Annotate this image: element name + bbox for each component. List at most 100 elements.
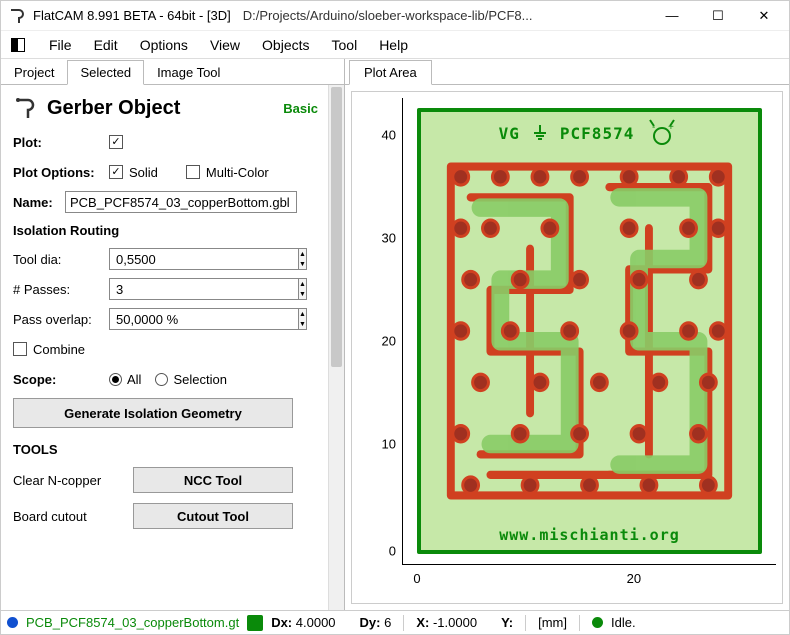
silk-vg: VG [499,124,520,143]
scope-all-radio[interactable] [109,373,122,386]
overlap-label: Pass overlap: [13,312,109,327]
plot-canvas[interactable]: 40 30 20 10 0 0 20 VG PCF8574 -+ w [351,91,783,604]
mode-label[interactable]: Basic [283,101,318,116]
x-label: X: [416,615,429,630]
scope-selection-radio[interactable] [155,373,168,386]
menu-options[interactable]: Options [130,34,198,56]
app-title: FlatCAM 8.991 BETA - 64bit - [3D] [33,8,243,23]
solid-label: Solid [129,165,158,180]
solid-checkbox[interactable] [109,165,123,179]
menu-help[interactable]: Help [369,34,418,56]
close-button[interactable]: ✕ [741,1,787,30]
scope-all-label: All [127,372,141,387]
y-tick: 40 [382,128,396,143]
name-input[interactable] [65,191,297,213]
up-arrow-icon[interactable]: ▲ [299,279,306,289]
passes-spinner[interactable]: ▲▼ [109,278,285,300]
plot-area[interactable]: VG PCF8574 -+ www.mischianti.org [402,98,776,565]
left-tabs: Project Selected Image Tool [1,59,344,85]
gerber-icon [13,95,39,121]
combine-label: Combine [33,342,85,357]
tab-plot-area[interactable]: Plot Area [349,60,432,85]
x-value: -1.0000 [433,615,477,630]
state-label: Idle. [611,615,636,630]
x-tick: 20 [627,571,641,586]
svg-text:-: - [652,122,655,133]
right-tabs: Plot Area [345,59,789,85]
scope-selection-label: Selection [173,372,226,387]
left-panel: Project Selected Image Tool Gerber Objec… [1,59,345,610]
status-grid-icon[interactable] [247,615,263,631]
combine-checkbox[interactable] [13,342,27,356]
menubar: File Edit Options View Objects Tool Help [1,31,789,59]
maximize-button[interactable]: ☐ [695,1,741,30]
menu-file[interactable]: File [39,34,82,56]
gerber-title: Gerber Object [47,97,283,120]
plot-checkbox[interactable] [109,135,123,149]
tooldia-input[interactable] [109,248,298,270]
status-dot-icon [7,617,18,628]
status-bar: PCB_PCF8574_03_copperBottom.gt Dx: 4.000… [1,610,789,634]
units-label: [mm] [538,615,567,630]
toggle-icon[interactable] [11,38,25,52]
cutout-label: Board cutout [13,509,133,524]
bee-icon: -+ [644,118,680,148]
up-arrow-icon[interactable]: ▲ [299,309,306,319]
scrollbar[interactable] [328,85,344,610]
x-tick: 0 [413,571,420,586]
overlap-input[interactable] [109,308,298,330]
scope-label: Scope: [13,372,109,387]
y-tick: 10 [382,436,396,451]
plot-label: Plot: [13,135,109,150]
silk-url: www.mischianti.org [421,526,758,544]
cutout-tool-button[interactable]: Cutout Tool [133,503,293,529]
dy-label: Dy: [360,615,381,630]
right-panel: Plot Area 40 30 20 10 0 0 20 VG PCF8574 [345,59,789,610]
pcb-board: VG PCF8574 -+ www.mischianti.org [417,108,762,554]
ground-icon [530,123,550,143]
panel-body: Gerber Object Basic Plot: Plot Options: … [1,85,344,610]
generate-isolation-button[interactable]: Generate Isolation Geometry [13,398,293,428]
menu-edit[interactable]: Edit [84,34,128,56]
titlebar: FlatCAM 8.991 BETA - 64bit - [3D] D:/Pro… [1,1,789,31]
tab-image-tool[interactable]: Image Tool [144,60,233,85]
silk-chip: PCF8574 [560,124,634,143]
dx-label: Dx: [271,615,292,630]
passes-input[interactable] [109,278,298,300]
overlap-spinner[interactable]: ▲▼ [109,308,285,330]
menu-objects[interactable]: Objects [252,34,319,56]
down-arrow-icon[interactable]: ▼ [299,289,306,299]
y-axis: 40 30 20 10 0 [352,98,402,565]
passes-label: # Passes: [13,282,109,297]
up-arrow-icon[interactable]: ▲ [299,249,306,259]
ncc-tool-button[interactable]: NCC Tool [133,467,293,493]
scrollbar-thumb[interactable] [331,87,342,367]
dy-value: 6 [384,615,391,630]
down-arrow-icon[interactable]: ▼ [299,259,306,269]
y-label: Y: [501,615,513,630]
minimize-button[interactable]: — [649,1,695,30]
y-tick: 0 [389,543,396,558]
tab-project[interactable]: Project [1,60,67,85]
name-label: Name: [13,195,65,210]
y-tick: 30 [382,231,396,246]
idle-dot-icon [592,617,603,628]
multicolor-label: Multi-Color [206,165,269,180]
plot-options-label: Plot Options: [13,165,109,180]
status-file: PCB_PCF8574_03_copperBottom.gt [26,615,239,630]
multicolor-checkbox[interactable] [186,165,200,179]
menu-tool[interactable]: Tool [322,34,368,56]
y-tick: 20 [382,333,396,348]
tools-heading: TOOLS [13,442,336,457]
isolation-heading: Isolation Routing [13,223,336,238]
app-icon [7,6,27,26]
pcb-traces [431,146,748,516]
ncc-label: Clear N-copper [13,473,133,488]
menu-view[interactable]: View [200,34,250,56]
x-axis: 0 20 [402,567,776,591]
down-arrow-icon[interactable]: ▼ [299,319,306,329]
dx-value: 4.0000 [296,615,336,630]
tooldia-spinner[interactable]: ▲▼ [109,248,285,270]
svg-text:+: + [668,122,674,133]
tab-selected[interactable]: Selected [67,60,144,85]
